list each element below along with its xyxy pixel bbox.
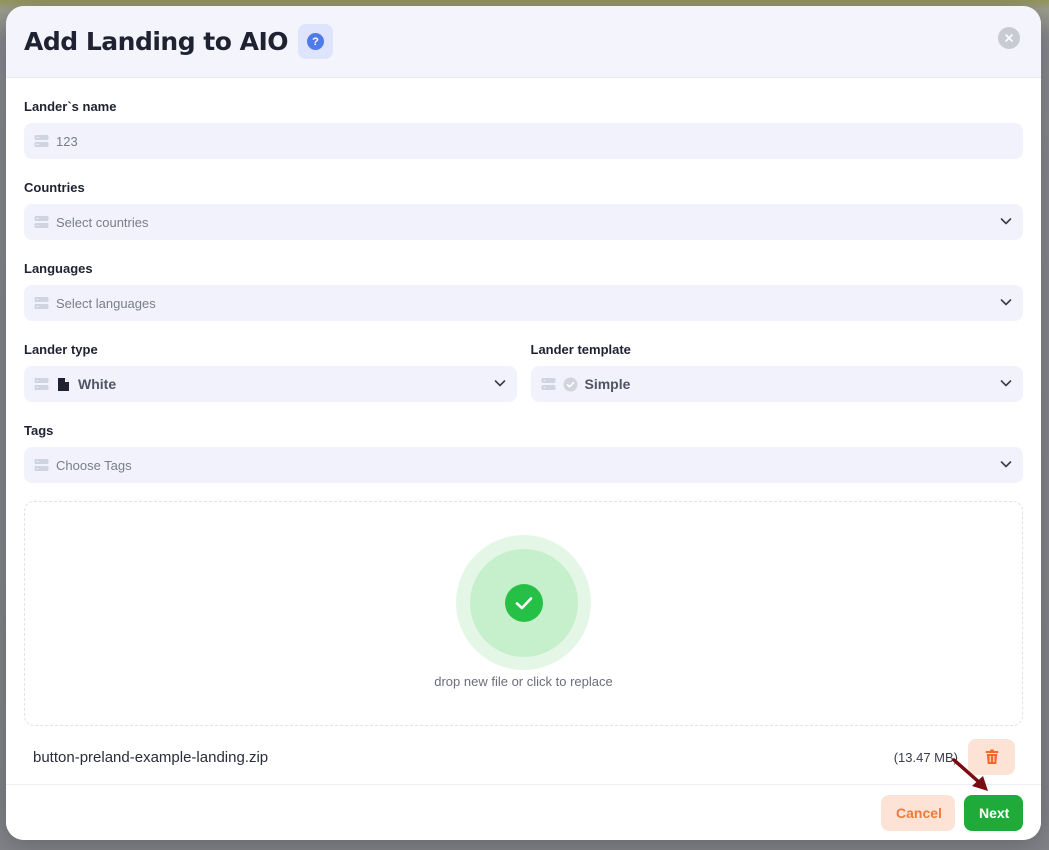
chevron-down-icon	[1000, 218, 1012, 225]
document-icon	[58, 377, 69, 391]
add-landing-modal: Add Landing to AIO ? Lander`s name 123 C…	[6, 6, 1041, 840]
field-icon	[34, 459, 49, 471]
tags-placeholder: Choose Tags	[56, 457, 132, 473]
success-check-icon	[504, 583, 543, 622]
file-name: button-preland-example-landing.zip	[33, 748, 269, 766]
lander-type-value: White	[78, 376, 117, 392]
help-icon: ?	[307, 33, 325, 50]
lander-template-field: Lander template Simple	[530, 321, 1023, 402]
cancel-button[interactable]: Cancel	[881, 794, 955, 831]
dropzone-hint: drop new file or click to replace	[434, 674, 613, 689]
lander-name-label: Lander`s name	[24, 99, 117, 114]
annotation-arrow-icon	[952, 758, 988, 791]
lander-type-field: Lander type White	[24, 321, 517, 402]
languages-placeholder: Select languages	[56, 295, 156, 311]
languages-select[interactable]: Select languages	[24, 285, 1023, 321]
chevron-down-icon	[1000, 461, 1012, 468]
field-icon	[34, 135, 49, 147]
file-size: (13.47 MB)	[893, 749, 958, 765]
field-icon	[34, 297, 49, 309]
type-template-row: Lander type White Lander template Simple	[24, 321, 1023, 402]
next-button[interactable]: Next	[964, 794, 1023, 831]
lander-type-label: Lander type	[24, 342, 98, 357]
field-icon	[34, 378, 49, 390]
countries-placeholder: Select countries	[56, 214, 149, 230]
modal-footer: Cancel Next	[6, 784, 1041, 840]
chevron-down-icon	[1000, 299, 1012, 306]
countries-label: Countries	[24, 180, 85, 195]
tags-select[interactable]: Choose Tags	[24, 447, 1023, 483]
upload-success-ring	[456, 535, 591, 670]
modal-body: Lander`s name 123 Countries Select count…	[6, 99, 1041, 786]
uploaded-file-row: button-preland-example-landing.zip (13.4…	[24, 728, 1023, 786]
file-dropzone[interactable]: drop new file or click to replace	[24, 501, 1023, 726]
chevron-down-icon	[1000, 380, 1012, 387]
check-circle-icon	[563, 377, 577, 391]
field-icon	[541, 378, 555, 390]
modal-header: Add Landing to AIO ?	[6, 6, 1041, 78]
lander-template-value: Simple	[584, 376, 631, 392]
chevron-down-icon	[494, 380, 505, 387]
tags-label: Tags	[24, 423, 54, 438]
close-button[interactable]	[998, 27, 1020, 49]
countries-select[interactable]: Select countries	[24, 204, 1023, 240]
lander-type-select[interactable]: White	[24, 366, 517, 402]
help-button[interactable]: ?	[298, 24, 334, 59]
lander-template-select[interactable]: Simple	[530, 366, 1023, 402]
close-icon	[1005, 34, 1013, 42]
languages-label: Languages	[24, 261, 93, 276]
lander-name-input[interactable]: 123	[24, 123, 1023, 159]
field-icon	[34, 216, 49, 228]
lander-name-value: 123	[56, 133, 78, 149]
modal-title: Add Landing to AIO	[24, 27, 289, 56]
lander-template-label: Lander template	[530, 342, 631, 357]
